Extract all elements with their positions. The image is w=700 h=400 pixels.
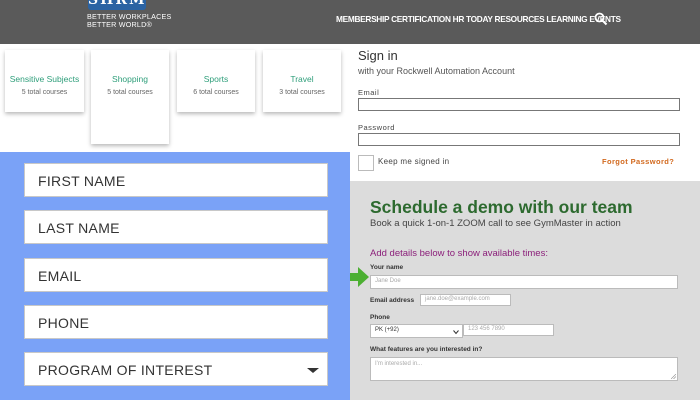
category-count: 5 total courses <box>107 89 153 96</box>
program-select[interactable]: PROGRAM OF INTEREST <box>24 352 328 386</box>
category-title: Travel <box>290 74 314 84</box>
name-label: Your name <box>370 264 404 271</box>
country-code-value: PK (+92) <box>375 327 399 333</box>
name-input[interactable]: Jane Doe <box>370 275 678 289</box>
shrm-header: SHRM BETTER WORKPLACES BETTER WORLD® MEM… <box>0 0 700 44</box>
tagline-line-2: BETTER WORLD® <box>87 20 152 29</box>
signin-subtitle: with your Rockwell Automation Account <box>358 66 515 76</box>
category-cards: Sensitive Subjects 5 total courses Shopp… <box>0 44 350 152</box>
shrm-logo[interactable]: SHRM <box>88 0 146 10</box>
phone-label: Phone <box>370 314 390 321</box>
email-input[interactable]: jane.doe@example.com <box>420 294 511 306</box>
resize-handle-icon[interactable] <box>671 374 676 379</box>
password-field[interactable] <box>358 133 680 146</box>
logo-text: SHRM <box>88 0 146 8</box>
phone-placeholder: PHONE <box>38 315 90 331</box>
forgot-password-link[interactable]: Forgot Password? <box>602 157 674 166</box>
chevron-down-icon <box>453 330 459 335</box>
signin-title: Sign in <box>358 48 398 63</box>
lead-form: FIRST NAME LAST NAME EMAIL PHONE PROGRAM… <box>0 152 350 400</box>
email-placeholder: EMAIL <box>38 268 82 284</box>
phone-input[interactable]: 123 456 7890 <box>463 324 554 336</box>
password-label: Password <box>358 123 395 132</box>
search-icon[interactable] <box>594 12 608 26</box>
category-count: 5 total courses <box>21 89 68 96</box>
category-count: 6 total courses <box>193 89 239 96</box>
first-name-field[interactable]: FIRST NAME <box>24 163 328 197</box>
category-card-shopping[interactable]: Shopping 5 total courses <box>91 50 169 144</box>
keep-signed-in-label: Keep me signed in <box>378 157 450 166</box>
phone-field[interactable]: PHONE <box>24 305 328 339</box>
features-placeholder: I'm interested in... <box>375 361 423 367</box>
keep-signed-in-checkbox[interactable] <box>358 155 374 171</box>
demo-instructions: Add details below to show available time… <box>370 248 548 259</box>
email-label: Email address <box>370 297 415 304</box>
category-title: Shopping <box>112 74 148 84</box>
features-textarea[interactable]: I'm interested in... <box>370 357 678 381</box>
email-field[interactable]: EMAIL <box>24 258 328 292</box>
demo-panel: Schedule a demo with our team Book a qui… <box>350 181 700 400</box>
logo-tagline: BETTER WORKPLACES BETTER WORLD® <box>87 13 171 29</box>
email-field[interactable] <box>358 98 680 111</box>
category-card-sensitive-subjects[interactable]: Sensitive Subjects 5 total courses <box>5 50 84 112</box>
email-label: Email <box>358 88 380 97</box>
arrow-right-icon <box>350 267 369 287</box>
last-name-field[interactable]: LAST NAME <box>24 210 328 244</box>
category-title: Sensitive Subjects <box>9 74 80 84</box>
phone-placeholder: 123 456 7890 <box>468 326 505 332</box>
country-code-select[interactable]: PK (+92) <box>370 324 463 338</box>
last-name-placeholder: LAST NAME <box>38 220 120 236</box>
chevron-down-icon <box>307 368 319 373</box>
email-placeholder: jane.doe@example.com <box>425 296 490 302</box>
category-title: Sports <box>203 74 229 84</box>
program-placeholder: PROGRAM OF INTEREST <box>38 362 213 378</box>
first-name-placeholder: FIRST NAME <box>38 173 126 189</box>
demo-subtitle: Book a quick 1-on-1 ZOOM call to see Gym… <box>370 218 621 229</box>
features-label: What features are you interested in? <box>370 346 483 353</box>
category-card-travel[interactable]: Travel 3 total courses <box>263 50 341 112</box>
category-card-sports[interactable]: Sports 6 total courses <box>177 50 255 112</box>
category-count: 3 total courses <box>279 89 325 96</box>
signin-panel: Sign in with your Rockwell Automation Ac… <box>350 44 700 181</box>
name-placeholder: Jane Doe <box>375 278 401 284</box>
demo-title: Schedule a demo with our team <box>370 197 633 217</box>
main-nav[interactable]: MEMBERSHIP CERTIFICATION HR TODAY RESOUR… <box>336 14 621 24</box>
